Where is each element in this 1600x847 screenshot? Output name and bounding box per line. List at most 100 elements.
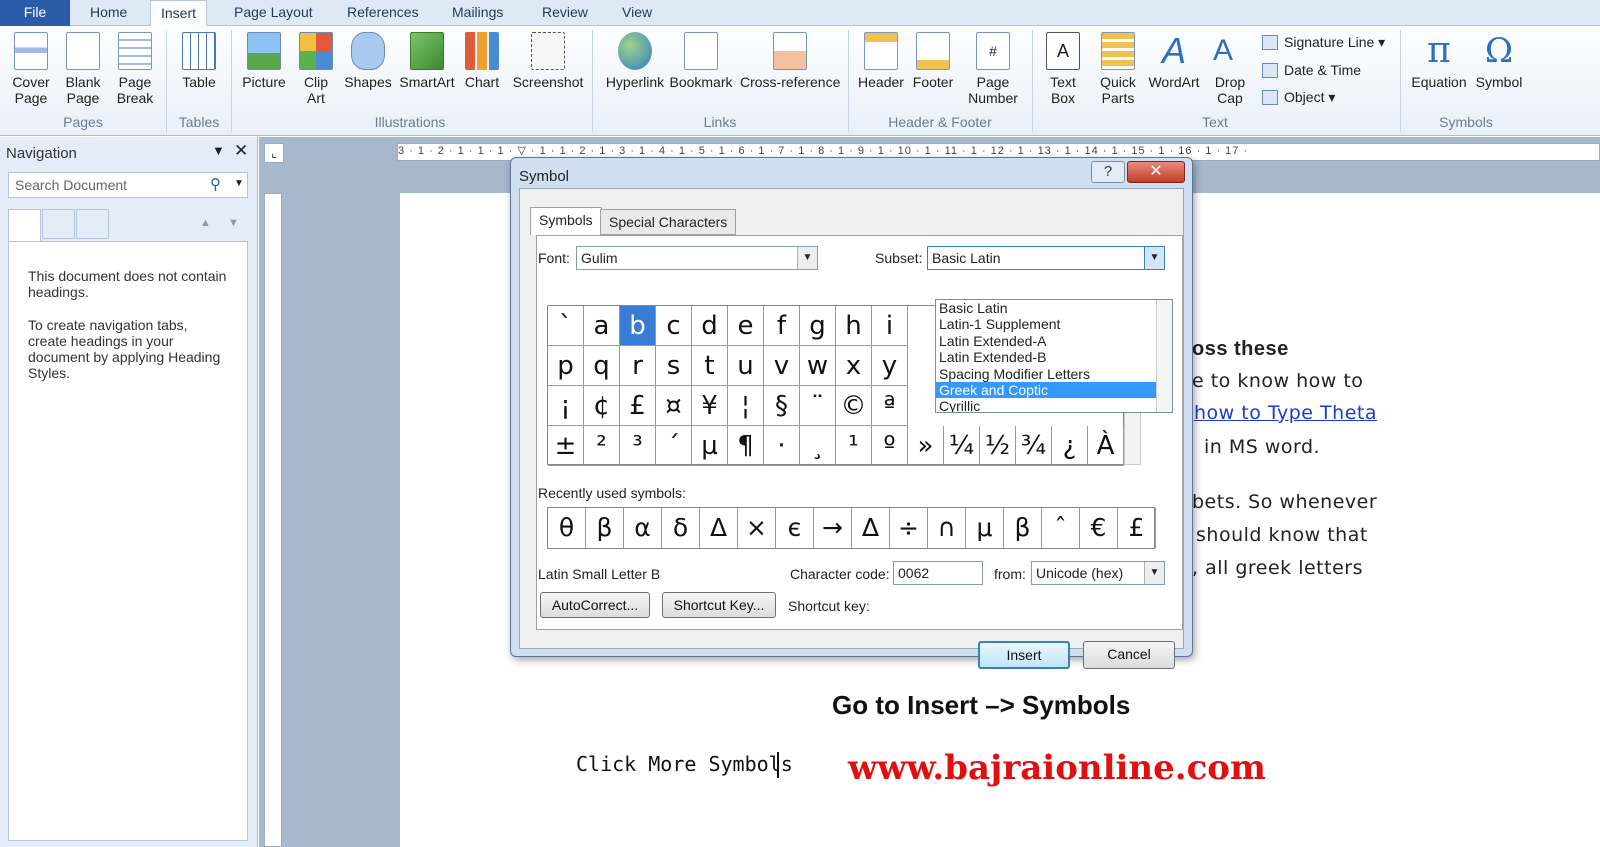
recent-symbol-cell[interactable]: ÷ — [890, 508, 928, 548]
symbol-cell[interactable]: x — [836, 346, 872, 386]
hyperlink-button[interactable]: Hyperlink — [600, 32, 670, 90]
subset-option[interactable]: Spacing Modifier Letters — [936, 366, 1156, 382]
symbol-cell[interactable]: µ — [692, 426, 728, 466]
from-select[interactable]: Unicode (hex) ▼ — [1031, 561, 1165, 585]
subset-option[interactable]: Latin Extended-A — [936, 333, 1156, 349]
symbol-cell[interactable]: ¤ — [656, 386, 692, 426]
symbol-cell[interactable]: ¥ — [692, 386, 728, 426]
cover-page-button[interactable]: Cover Page — [6, 32, 56, 106]
recent-symbol-cell[interactable]: β — [586, 508, 624, 548]
table-button[interactable]: Table — [175, 32, 223, 90]
subset-option[interactable]: Basic Latin — [936, 300, 1156, 316]
date-time-button[interactable]: Date & Time — [1262, 62, 1361, 78]
symbol-cell[interactable]: ¨ — [800, 386, 836, 426]
tab-selector[interactable]: ⌞ — [264, 143, 284, 163]
drop-cap-button[interactable]: A Drop Cap — [1206, 32, 1254, 106]
symbol-cell[interactable]: p — [548, 346, 584, 386]
symbol-cell[interactable]: ¹ — [836, 426, 872, 466]
symbol-cell[interactable]: § — [764, 386, 800, 426]
symbol-cell[interactable]: ¼ — [944, 426, 980, 466]
search-icon[interactable]: ⚲ — [210, 175, 221, 193]
symbol-cell[interactable]: ´ — [656, 426, 692, 466]
symbol-cell[interactable]: ¸ — [800, 426, 836, 466]
tab-mailings[interactable]: Mailings — [442, 0, 513, 26]
recent-symbol-cell[interactable]: ∩ — [928, 508, 966, 548]
symbol-cell[interactable]: d — [692, 306, 728, 346]
symbol-cell[interactable]: ³ — [620, 426, 656, 466]
recent-symbol-cell[interactable]: £ — [1118, 508, 1156, 548]
footer-button[interactable]: Footer — [910, 32, 956, 90]
recent-symbol-cell[interactable]: → — [814, 508, 852, 548]
subset-option[interactable]: Cyrillic — [936, 398, 1156, 412]
help-button[interactable]: ? — [1091, 161, 1125, 183]
shortcut-key-button[interactable]: Shortcut Key... — [662, 592, 776, 618]
symbol-cell[interactable]: e — [728, 306, 764, 346]
page-break-button[interactable]: Page Break — [112, 32, 158, 106]
symbol-cell[interactable]: ¿ — [1052, 426, 1088, 466]
tab-view[interactable]: View — [612, 0, 662, 26]
symbol-cell[interactable]: ¶ — [728, 426, 764, 466]
symbol-cell[interactable]: £ — [620, 386, 656, 426]
subset-option[interactable]: Latin Extended-B — [936, 349, 1156, 365]
cancel-button[interactable]: Cancel — [1083, 641, 1175, 669]
symbol-cell[interactable]: ² — [584, 426, 620, 466]
chart-button[interactable]: Chart — [460, 32, 504, 90]
nav-menu-icon[interactable]: ▼ — [212, 143, 225, 158]
recent-symbol-cell[interactable]: Δ — [700, 508, 738, 548]
chevron-down-icon[interactable]: ▼ — [1144, 562, 1164, 584]
picture-button[interactable]: Picture — [240, 32, 288, 90]
subset-option[interactable]: Latin-1 Supplement — [936, 316, 1156, 332]
symbol-cell[interactable]: © — [836, 386, 872, 426]
recent-symbol-cell[interactable]: δ — [662, 508, 700, 548]
clip-art-button[interactable]: Clip Art — [296, 32, 336, 106]
tab-insert[interactable]: Insert — [150, 0, 208, 27]
dialog-close-button[interactable]: ✕ — [1127, 161, 1185, 183]
signature-line-button[interactable]: Signature Line ▾ — [1262, 34, 1385, 51]
blank-page-button[interactable]: Blank Page — [60, 32, 106, 106]
symbol-cell[interactable]: · — [764, 426, 800, 466]
text-box-button[interactable]: A Text Box — [1040, 32, 1086, 106]
previous-arrow-icon[interactable]: ▲ — [200, 217, 211, 229]
recent-symbol-cell[interactable]: ∆ — [852, 508, 890, 548]
symbol-cell[interactable]: ¦ — [728, 386, 764, 426]
symbol-cell[interactable]: i — [872, 306, 908, 346]
symbol-cell[interactable]: s — [656, 346, 692, 386]
browse-pages-tab[interactable] — [42, 209, 75, 239]
symbol-cell[interactable]: v — [764, 346, 800, 386]
symbol-cell[interactable]: c — [656, 306, 692, 346]
symbol-cell[interactable]: q — [584, 346, 620, 386]
tab-symbols[interactable]: Symbols — [530, 207, 602, 235]
character-code-input[interactable]: 0062 — [893, 561, 983, 585]
symbol-cell[interactable]: a — [584, 306, 620, 346]
header-button[interactable]: Header — [856, 32, 906, 90]
symbol-cell[interactable]: ` — [548, 306, 584, 346]
recent-symbol-cell[interactable]: ˆ — [1042, 508, 1080, 548]
symbol-cell[interactable]: y — [872, 346, 908, 386]
symbol-cell[interactable]: ± — [548, 426, 584, 466]
tab-references[interactable]: References — [337, 0, 429, 26]
wordart-button[interactable]: A WordArt — [1146, 32, 1202, 91]
symbol-cell[interactable]: g — [800, 306, 836, 346]
symbol-cell[interactable]: º — [872, 426, 908, 466]
font-select[interactable]: Gulim ▼ — [576, 246, 818, 270]
subset-select[interactable]: Basic Latin ▼ — [927, 246, 1165, 270]
shapes-button[interactable]: Shapes — [342, 32, 394, 90]
symbol-cell[interactable]: f — [764, 306, 800, 346]
symbol-cell[interactable]: ¢ — [584, 386, 620, 426]
browse-results-tab[interactable] — [76, 209, 109, 239]
symbol-cell[interactable]: À — [1088, 426, 1124, 466]
symbol-cell[interactable]: b — [620, 306, 656, 346]
chevron-down-icon[interactable]: ▼ — [234, 178, 244, 189]
symbol-button[interactable]: Ω Symbol — [1472, 32, 1526, 90]
subset-list-scrollbar[interactable] — [1156, 300, 1172, 412]
bookmark-button[interactable]: Bookmark — [668, 32, 734, 90]
symbol-cell[interactable]: ½ — [980, 426, 1016, 466]
vertical-ruler[interactable] — [264, 193, 282, 847]
cross-reference-button[interactable]: Cross-reference — [740, 32, 840, 90]
next-arrow-icon[interactable]: ▼ — [228, 217, 239, 229]
recent-symbol-cell[interactable]: θ — [548, 508, 586, 548]
insert-button[interactable]: Insert — [978, 641, 1070, 669]
symbol-cell[interactable]: w — [800, 346, 836, 386]
chevron-down-icon[interactable]: ▼ — [1144, 247, 1164, 269]
symbol-cell[interactable]: ¾ — [1016, 426, 1052, 466]
